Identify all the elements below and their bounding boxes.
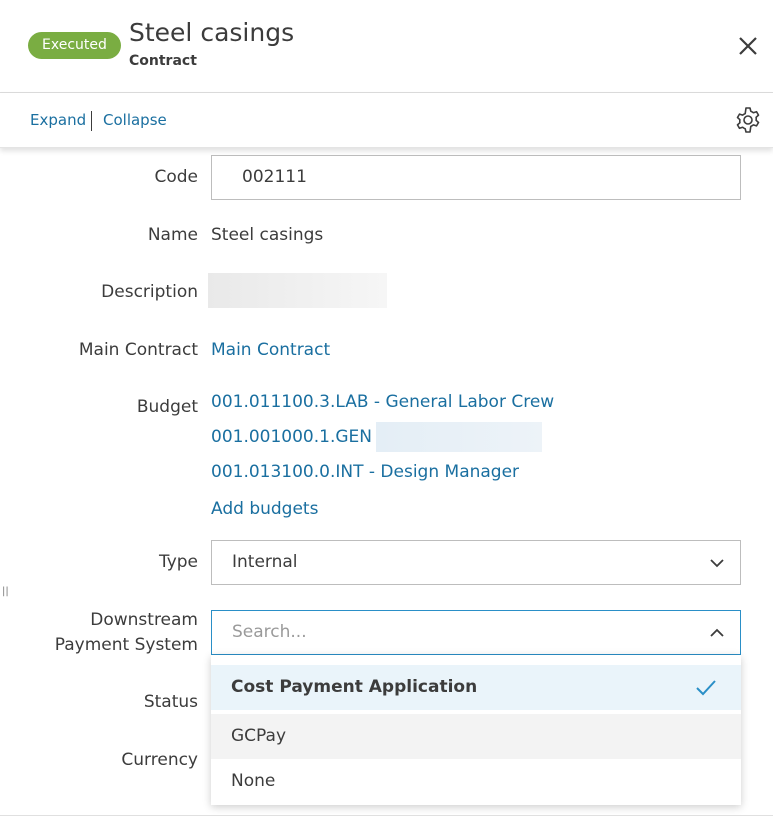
chevron-down-icon	[710, 559, 724, 568]
option-none[interactable]: None	[211, 759, 741, 804]
description-label: Description	[101, 282, 198, 302]
checkmark-icon	[696, 680, 716, 696]
type-select[interactable]: Internal	[211, 540, 741, 585]
budget-redacted	[376, 422, 542, 452]
option-label: Cost Payment Application	[231, 677, 478, 697]
add-budgets-link[interactable]: Add budgets	[211, 499, 318, 519]
toolbar-divider	[91, 111, 92, 131]
budget-link[interactable]: 001.001000.1.GEN -	[211, 427, 384, 447]
divider	[0, 815, 773, 816]
close-icon[interactable]	[734, 32, 762, 60]
toolbar: Expand Collapse	[0, 93, 773, 148]
downstream-label-line2: Payment System	[54, 635, 198, 655]
downstream-search-input[interactable]	[232, 611, 672, 653]
gear-icon[interactable]	[733, 105, 763, 135]
budget-link[interactable]: 001.011100.3.LAB - General Labor Crew	[211, 392, 554, 412]
code-field[interactable]: 002111	[211, 155, 741, 200]
panel-header: Executed Steel casings Contract	[0, 0, 773, 93]
option-label: None	[231, 771, 276, 791]
code-label: Code	[154, 167, 198, 187]
status-badge: Executed	[28, 32, 121, 59]
page-subtitle: Contract	[129, 53, 197, 69]
budget-label: Budget	[136, 397, 198, 417]
description-redacted	[208, 273, 387, 308]
option-cost-payment-application[interactable]: Cost Payment Application	[211, 665, 741, 710]
main-contract-link[interactable]: Main Contract	[211, 340, 330, 360]
type-select-value: Internal	[232, 552, 298, 572]
downstream-payment-select[interactable]	[211, 610, 741, 655]
chevron-up-icon[interactable]	[708, 624, 726, 642]
page-title: Steel casings	[129, 18, 295, 47]
expand-button[interactable]: Expand	[30, 111, 86, 129]
resize-handle[interactable]: ||	[2, 586, 9, 597]
collapse-button[interactable]: Collapse	[103, 111, 167, 129]
downstream-options-list: Cost Payment Application GCPay None	[211, 655, 741, 805]
option-label: GCPay	[231, 726, 287, 746]
name-label: Name	[147, 225, 198, 245]
status-label: Status	[143, 692, 198, 712]
budget-link[interactable]: 001.013100.0.INT - Design Manager	[211, 462, 519, 482]
main-contract-label: Main Contract	[78, 340, 198, 360]
currency-label: Currency	[121, 750, 198, 770]
type-label: Type	[158, 552, 198, 572]
downstream-label-line1: Downstream	[90, 610, 198, 630]
name-value: Steel casings	[211, 225, 324, 245]
option-gcpay[interactable]: GCPay	[211, 714, 741, 759]
